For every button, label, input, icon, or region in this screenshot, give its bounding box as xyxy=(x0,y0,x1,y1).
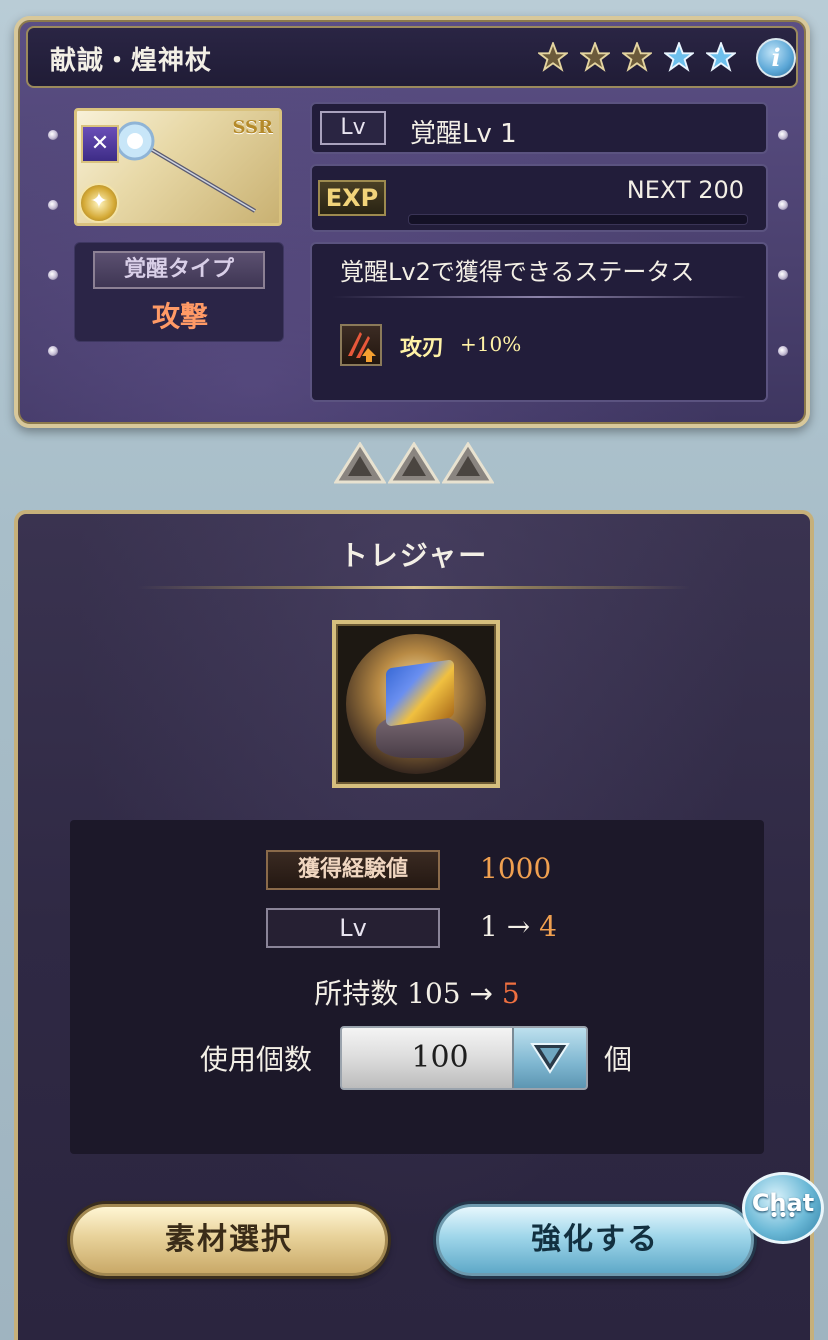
awakening-type-label: 覚醒タイプ xyxy=(93,251,265,289)
rivet-decoration xyxy=(778,200,788,210)
owned-to: 5 xyxy=(501,977,520,1010)
rivet-decoration xyxy=(48,270,58,280)
star-filled-icon xyxy=(578,40,612,72)
next-status-box: 覚醒Lv2で獲得できるステータス 攻刃 +10% xyxy=(310,242,768,402)
next-status-title: 覚醒Lv2で獲得できるステータス xyxy=(340,258,695,286)
exp-progress-bar xyxy=(408,214,748,225)
gem-icon xyxy=(386,659,454,727)
rivet-decoration xyxy=(778,130,788,140)
rivet-decoration xyxy=(48,130,58,140)
owned-from: 105 xyxy=(407,977,461,1010)
owned-label: 所持数 xyxy=(314,977,399,1010)
awakening-type-value: 攻撃 xyxy=(151,300,208,333)
chevron-down-icon xyxy=(530,1043,570,1074)
star-empty-icon xyxy=(704,40,738,72)
attack-up-icon xyxy=(340,324,382,366)
level-change: 1 → 4 xyxy=(480,910,557,943)
weapon-thumbnail[interactable]: ✕ ✦ SSR xyxy=(74,108,282,226)
weapon-name: 献誠・煌神杖 xyxy=(50,46,213,76)
level-tag: Lv xyxy=(320,111,386,145)
rivet-decoration xyxy=(48,200,58,210)
enhance-button[interactable]: 強化する xyxy=(436,1204,754,1276)
rivet-decoration xyxy=(778,346,788,356)
arrow-right-icon: → xyxy=(506,910,531,943)
arrow-up-icon xyxy=(388,442,440,484)
unit-label: 個 xyxy=(604,1043,633,1076)
rarity-badge: SSR xyxy=(232,117,273,138)
weapon-awakening-card: 献誠・煌神杖 i ✕ ✦ SSR 覚醒タイプ 攻撃 Lv 覚醒Lv 1 EXP … xyxy=(14,16,810,428)
element-icon: ✕ xyxy=(81,125,119,163)
treasure-panel: トレジャー 獲得経験値 1000 Lv 1 → 4 所持数 105 → 5 使用… xyxy=(14,510,814,1340)
chat-button[interactable]: Chat ••• xyxy=(742,1172,824,1244)
use-count-label: 使用個数 xyxy=(200,1043,313,1076)
arrow-up-icon xyxy=(442,442,494,484)
skill-value: +10% xyxy=(460,332,522,356)
staff-type-icon: ✦ xyxy=(79,183,119,223)
title-bar: 献誠・煌神杖 i xyxy=(26,26,798,88)
exp-box: EXP NEXT 200 xyxy=(310,164,768,232)
chat-dots-icon: ••• xyxy=(769,1208,797,1224)
level-from: 1 xyxy=(480,910,498,943)
awakening-level-text: 覚醒Lv 1 xyxy=(410,119,517,149)
dropdown-button[interactable] xyxy=(512,1028,586,1088)
material-select-button[interactable]: 素材選択 xyxy=(70,1204,388,1276)
section-title: トレジャー xyxy=(339,539,489,572)
awakening-type-box: 覚醒タイプ 攻撃 xyxy=(74,242,284,342)
exp-gain-label: 獲得経験値 xyxy=(266,850,440,890)
divider xyxy=(138,586,690,589)
quantity-value: 100 xyxy=(411,1040,469,1075)
treasure-item[interactable] xyxy=(332,620,500,788)
arrow-up-icon xyxy=(334,442,386,484)
star-filled-icon xyxy=(536,40,570,72)
exp-gain-value: 1000 xyxy=(480,852,552,885)
arrow-right-icon: → xyxy=(469,977,493,1010)
quantity-select[interactable]: 100 xyxy=(340,1026,588,1090)
info-button[interactable]: i xyxy=(756,38,796,78)
rivet-decoration xyxy=(778,270,788,280)
enhancement-info: 獲得経験値 1000 Lv 1 → 4 所持数 105 → 5 使用個数 100… xyxy=(70,820,764,1154)
level-to: 4 xyxy=(539,910,557,943)
exp-tag: EXP xyxy=(318,180,386,216)
rivet-decoration xyxy=(48,346,58,356)
owned-count-row: 所持数 105 → 5 xyxy=(70,972,764,1012)
awakening-level-box: Lv 覚醒Lv 1 xyxy=(310,102,768,154)
next-exp-text: NEXT 200 xyxy=(626,176,744,204)
skill-name: 攻刃 xyxy=(400,336,445,361)
treasure-orb-icon xyxy=(346,634,486,774)
star-empty-icon xyxy=(662,40,696,72)
star-filled-icon xyxy=(620,40,654,72)
level-label: Lv xyxy=(266,908,440,948)
divider xyxy=(332,296,746,298)
